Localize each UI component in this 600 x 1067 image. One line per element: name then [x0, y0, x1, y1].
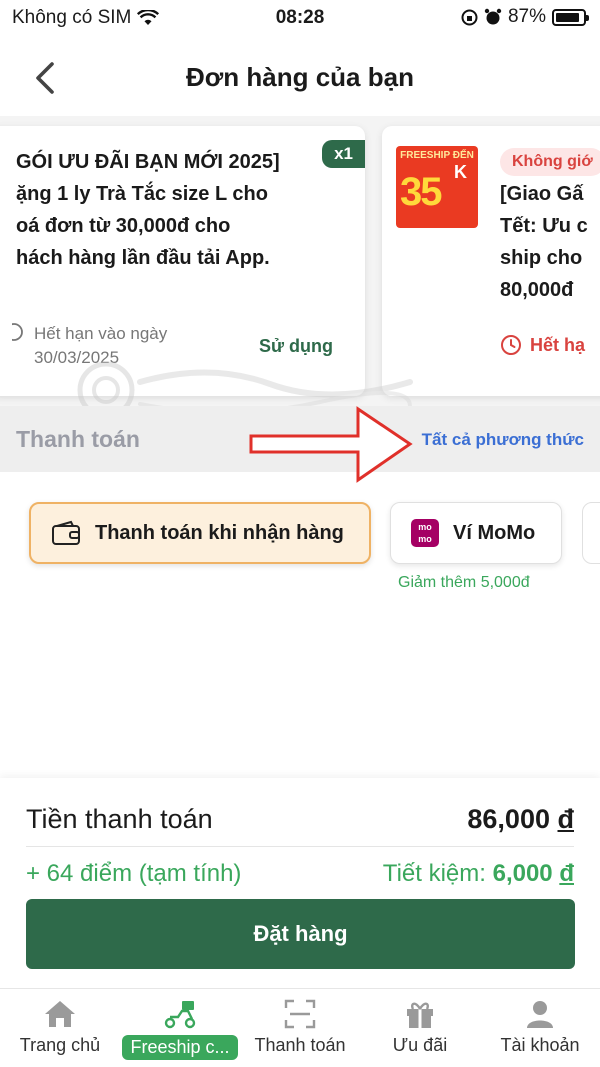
payment-option-label: Thanh toán khi nhận hàng — [95, 521, 344, 544]
use-voucher-button[interactable]: Sử dụng — [259, 336, 333, 357]
divider — [26, 846, 574, 847]
momo-discount-note: Giảm thêm 5,000đ — [398, 574, 530, 591]
status-bar: Không có SIM 08:28 87% — [0, 0, 600, 36]
delivery-scooter-icon — [164, 1001, 196, 1029]
tab-home[interactable]: Trang chủ — [0, 999, 120, 1056]
header: Đơn hàng của bạn — [0, 40, 600, 116]
voucher-description: [Giao Gấ Tết: Ưu c ship cho 80,000đ — [500, 183, 588, 301]
user-icon — [527, 1001, 553, 1028]
tab-account[interactable]: Tài khoản — [480, 999, 600, 1056]
voucher-description: GÓI ƯU ĐÃI BẠN MỚI 2025] ặng 1 ly Trà Tắ… — [16, 151, 280, 269]
clock-icon — [12, 323, 23, 341]
tab-freeship[interactable]: Freeship c... — [120, 999, 240, 1060]
total-amount: 86,000 đ — [467, 803, 574, 834]
pay-on-delivery-option[interactable]: Thanh toán khi nhận hàng — [29, 502, 371, 564]
page-title: Đơn hàng của bạn — [186, 62, 414, 92]
annotation-arrow-icon — [249, 406, 413, 483]
voucher-card[interactable]: FREESHIP ĐẾN 35 K Không giớ [Giao Gấ Tết… — [382, 126, 600, 396]
clock-icon — [501, 335, 521, 355]
home-icon — [45, 1001, 75, 1027]
voucher-expiry: Hết hạ — [530, 334, 586, 355]
battery-percent: 87% — [507, 6, 546, 27]
wallet-icon — [52, 520, 80, 545]
orientation-lock-icon — [461, 9, 478, 25]
voucher-carousel[interactable]: GÓI ƯU ĐÃI BẠN MỚI 2025] ặng 1 ly Trà Tắ… — [0, 116, 600, 406]
all-payment-methods-link[interactable]: Tất cả phương thức — [422, 430, 584, 450]
alarm-icon — [484, 8, 502, 25]
battery-level — [556, 12, 579, 22]
voucher-expiry: Hết hạn vào ngày 30/03/2025 — [34, 324, 168, 367]
order-page: Không có SIM 08:28 87% Đơn hàng của bạn … — [0, 0, 600, 1067]
reward-points: + 64 điểm (tạm tính) — [26, 860, 242, 887]
total-label: Tiền thanh toán — [26, 803, 213, 834]
payment-option-label: Ví MoMo — [453, 521, 536, 544]
payment-option-next[interactable] — [582, 502, 600, 564]
momo-logo: mo mo — [411, 519, 439, 547]
place-order-button[interactable]: Đặt hàng — [26, 899, 575, 969]
scan-icon — [284, 999, 316, 1029]
battery-icon — [552, 8, 589, 26]
payment-title: Thanh toán — [16, 426, 140, 452]
tab-payment[interactable]: Thanh toán — [240, 999, 360, 1056]
momo-wallet-option[interactable]: mo mo Ví MoMo — [390, 502, 562, 564]
gift-icon — [407, 1002, 433, 1028]
freeship-voucher-image: FREESHIP ĐẾN 35 K — [396, 146, 478, 228]
tab-offers[interactable]: Ưu đãi — [360, 999, 480, 1056]
voucher-card[interactable]: GÓI ƯU ĐÃI BẠN MỚI 2025] ặng 1 ly Trà Tắ… — [0, 126, 365, 396]
order-summary: Tiền thanh toán 86,000 đ + 64 điểm (tạm … — [0, 778, 600, 988]
quantity-badge: x1 — [322, 140, 365, 168]
no-limit-badge: Không giớ — [500, 148, 600, 176]
savings: Tiết kiệm: 6,000 đ — [382, 860, 574, 887]
bottom-tab-bar: Trang chủ Freeship c... Thanh toán Ưu đã… — [0, 988, 600, 1067]
